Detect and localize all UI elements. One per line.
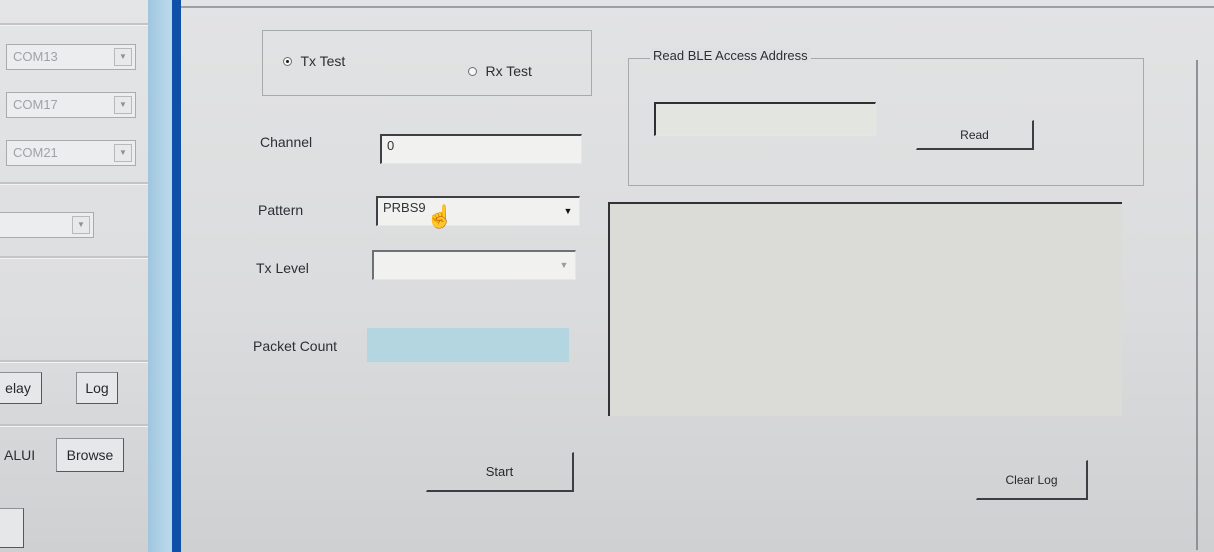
separator	[0, 23, 148, 26]
window-top-border	[181, 6, 1214, 8]
separator	[0, 182, 148, 185]
read-button[interactable]: Read	[916, 120, 1034, 150]
chevron-down-icon[interactable]: ▼	[114, 48, 132, 66]
partial-button[interactable]	[0, 508, 24, 548]
port-combo-1-value: COM13	[13, 49, 58, 64]
start-button[interactable]: Start	[426, 452, 574, 492]
test-mode-group: Tx Test Rx Test	[262, 30, 592, 96]
window-border	[172, 0, 181, 552]
pattern-label: Pattern	[258, 202, 304, 218]
channel-value: 0	[387, 138, 395, 153]
file-path-fragment: ALUI	[4, 447, 36, 463]
ble-address-input[interactable]	[654, 102, 876, 136]
port-combo-1[interactable]: COM13 ▼	[6, 44, 136, 70]
tx-test-radio[interactable]: Tx Test	[283, 53, 345, 71]
read-button-label: Read	[960, 128, 989, 142]
separator	[0, 424, 148, 427]
tx-test-label: Tx Test	[300, 53, 346, 69]
pattern-select[interactable]: PRBS9 ▼	[376, 196, 580, 226]
clear-log-button[interactable]: Clear Log	[976, 460, 1088, 500]
ble-group-title: Read BLE Access Address	[650, 48, 811, 63]
radio-selected-icon[interactable]	[283, 57, 292, 66]
separator	[0, 256, 148, 259]
delay-button-label: elay	[5, 380, 31, 396]
pattern-value: PRBS9	[383, 200, 426, 215]
log-button[interactable]: Log	[76, 372, 118, 404]
log-button-label: Log	[85, 380, 109, 396]
browse-button[interactable]: Browse	[56, 438, 124, 472]
chevron-down-icon[interactable]: ▼	[114, 144, 132, 162]
chevron-down-icon[interactable]: ▼	[114, 96, 132, 114]
tx-level-label: Tx Level	[256, 260, 309, 276]
delay-button[interactable]: elay	[0, 372, 42, 404]
separator	[0, 360, 148, 363]
chevron-down-icon[interactable]: ▼	[561, 204, 575, 218]
rx-test-label: Rx Test	[485, 63, 532, 79]
port-combo-3-value: COM21	[13, 145, 58, 160]
right-edge-border	[1196, 60, 1198, 550]
tx-level-select[interactable]: ▼	[372, 250, 576, 280]
packet-count-display	[367, 328, 569, 362]
log-output[interactable]	[608, 202, 1122, 416]
port-combo-2[interactable]: COM17 ▼	[6, 92, 136, 118]
port-combo-2-value: COM17	[13, 97, 58, 112]
left-panel: COM13 ▼ COM17 ▼ COM21 ▼ ▼ elay Log ALUI …	[0, 0, 150, 552]
left-combo-empty[interactable]: ▼	[0, 212, 94, 238]
start-button-label: Start	[485, 464, 514, 479]
radio-unselected-icon[interactable]	[468, 67, 477, 76]
packet-count-label: Packet Count	[253, 338, 338, 354]
browse-button-label: Browse	[66, 447, 114, 463]
clear-log-button-label: Clear Log	[1005, 473, 1058, 487]
channel-label: Channel	[260, 134, 313, 150]
channel-input[interactable]: 0	[380, 134, 582, 164]
chevron-down-icon[interactable]: ▼	[557, 258, 571, 272]
chevron-down-icon[interactable]: ▼	[72, 216, 90, 234]
port-combo-3[interactable]: COM21 ▼	[6, 140, 136, 166]
mouse-pointer-icon: ☝	[426, 204, 454, 229]
rx-test-radio[interactable]: Rx Test	[468, 63, 532, 81]
